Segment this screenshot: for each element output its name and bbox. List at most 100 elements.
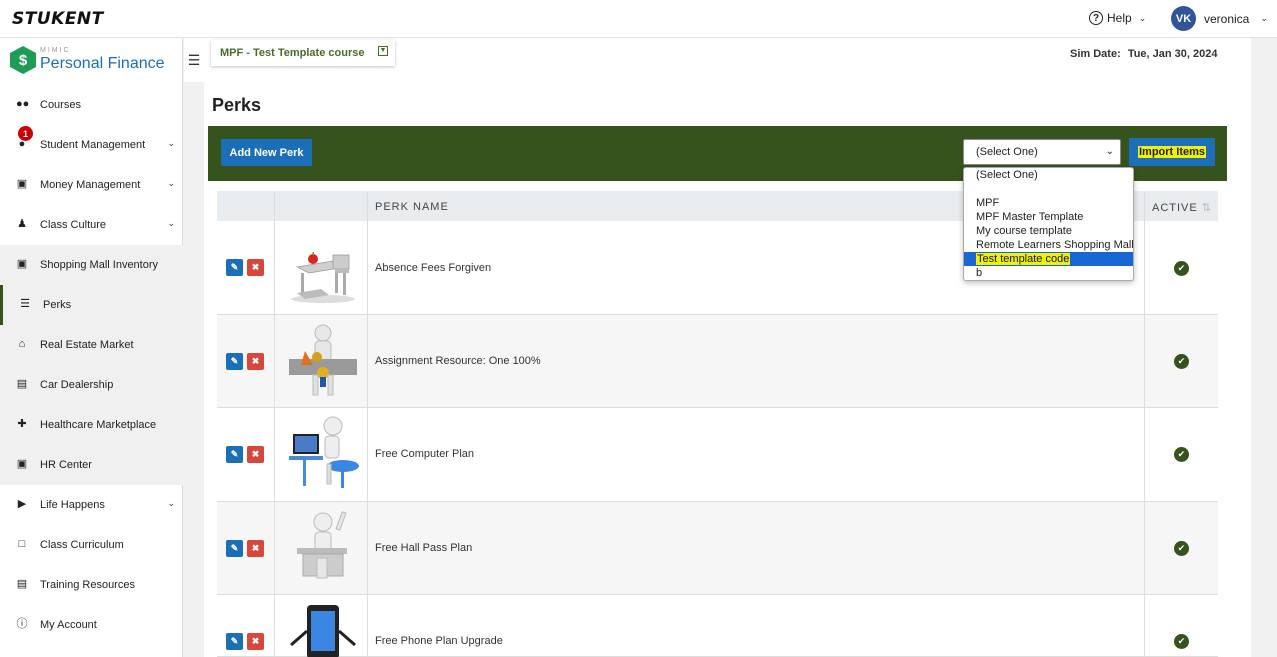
active-check-icon: ✔ (1174, 541, 1189, 556)
sidebar-item-real-estate-market[interactable]: ⌂ Real Estate Market (0, 325, 183, 365)
import-items-button[interactable]: Import Items (1129, 138, 1215, 166)
close-icon: ✖ (251, 356, 260, 366)
sidebar-item-label: Student Management (40, 139, 146, 151)
culture-icon: ♟ (17, 218, 27, 230)
import-items-label: Import Items (1137, 146, 1206, 158)
home-icon: ⌂ (18, 338, 26, 350)
sidebar-item-car-dealership[interactable]: ▤ Car Dealership (0, 365, 183, 405)
perk-name: Free Computer Plan (375, 448, 475, 460)
info-icon: ⓘ (16, 618, 28, 630)
active-check-icon: ✔ (1174, 634, 1189, 649)
table-row: ✎ ✖ Free Computer Plan ✔ (217, 408, 1218, 502)
column-header-active-label: ACTIVE (1152, 202, 1198, 214)
database-icon: ☰ (20, 298, 30, 310)
chevron-down-icon: ⌄ (1260, 13, 1268, 23)
menu-toggle-button[interactable]: ☰ (184, 38, 204, 82)
users-icon: ●● (16, 98, 30, 110)
figure-desk-image (297, 511, 347, 579)
sidebar-item-shopping-mall-inventory[interactable]: ▣ Shopping Mall Inventory (0, 245, 183, 285)
chevron-down-icon: ⌄ (1105, 146, 1114, 157)
active-check-icon: ✔ (1174, 261, 1189, 276)
sidebar-item-healthcare-marketplace[interactable]: ✚ Healthcare Marketplace (0, 405, 183, 445)
chevron-down-icon: ⌄ (167, 498, 175, 508)
delete-button[interactable]: ✖ (247, 259, 264, 276)
sidebar-item-hr-center[interactable]: ▣ HR Center (0, 445, 183, 485)
user-name: veronica (1204, 11, 1250, 26)
sidebar-item-label: Class Culture (40, 219, 107, 231)
desk-apple-image (291, 252, 355, 303)
select-option-selected[interactable]: Test template code (964, 252, 1133, 266)
select-option-blank[interactable] (964, 182, 1133, 196)
edit-button[interactable]: ✎ (226, 633, 243, 650)
sim-date-label: Sim Date: (1070, 48, 1121, 60)
sim-date-value: Tue, Jan 30, 2024 (1127, 48, 1218, 60)
cart-icon: ▣ (16, 258, 28, 270)
select-option[interactable]: (Select One) (964, 168, 1133, 182)
close-icon: ✖ (251, 449, 260, 459)
chevron-down-icon: ⌄ (167, 138, 175, 148)
delete-button[interactable]: ✖ (247, 446, 264, 463)
sidebar-item-label: Car Dealership (40, 379, 114, 391)
table-row: ✎ ✖ Free Hall Pass Plan ✔ (217, 502, 1218, 595)
sidebar-item-label: Training Resources (40, 579, 135, 591)
sidebar-item-label: Life Happens (40, 499, 105, 511)
delete-button[interactable]: ✖ (247, 633, 264, 650)
sidebar-item-training-resources[interactable]: ▤ Training Resources (0, 565, 183, 605)
brand-logo[interactable]: $ MIMIC Personal Finance (10, 44, 180, 78)
close-icon: ✖ (251, 262, 260, 272)
sidebar-item-label: Shopping Mall Inventory (40, 259, 159, 271)
figure-awards-image (289, 324, 357, 396)
select-option[interactable]: MPF Master Template (964, 210, 1133, 224)
select-option[interactable]: MPF (964, 196, 1133, 210)
selected-option-label: Test template code (976, 253, 1071, 265)
edit-button[interactable]: ✎ (226, 353, 243, 370)
sidebar: $ MIMIC Personal Finance ●● Courses 1 ● … (0, 38, 183, 657)
help-label: Help (1107, 11, 1132, 25)
sidebar-item-life-happens[interactable]: ▶ Life Happens ⌄ (0, 485, 183, 525)
edit-button[interactable]: ✎ (226, 540, 243, 557)
sidebar-nav: ●● Courses 1 ● Student Management ⌄ ▣ Mo… (0, 85, 183, 645)
sidebar-item-courses[interactable]: ●● Courses (0, 85, 183, 125)
sidebar-item-label: Real Estate Market (40, 339, 134, 351)
sidebar-item-my-account[interactable]: ⓘ My Account (0, 605, 183, 645)
select-option[interactable]: Remote Learners Shopping Mall (964, 238, 1133, 252)
user-menu[interactable]: VK veronica ⌄ (1171, 6, 1268, 31)
chevron-down-icon: ⌄ (1138, 12, 1147, 23)
perk-name: Free Phone Plan Upgrade (375, 635, 503, 647)
course-selector[interactable]: MPF - Test Template course ▼ (211, 40, 395, 66)
phone-character-image (290, 605, 356, 657)
chevron-down-icon: ⌄ (167, 178, 175, 188)
perk-name: Free Hall Pass Plan (375, 542, 473, 554)
stukent-logo[interactable]: STUKENT (12, 9, 104, 29)
edit-button[interactable]: ✎ (226, 259, 243, 276)
edit-button[interactable]: ✎ (226, 446, 243, 463)
chevron-down-icon: ⌄ (167, 218, 175, 228)
sidebar-item-student-management[interactable]: 1 ● Student Management ⌄ (0, 125, 183, 165)
delete-button[interactable]: ✖ (247, 540, 264, 557)
template-select[interactable]: (Select One) ⌄ (963, 139, 1121, 165)
brand-name: Personal Finance (40, 55, 165, 72)
add-new-perk-button[interactable]: Add New Perk (221, 139, 312, 166)
pencil-icon: ✎ (230, 449, 239, 459)
select-option[interactable]: b (964, 266, 1133, 280)
sidebar-item-label: Money Management (40, 179, 141, 191)
sidebar-item-label: Courses (40, 99, 81, 111)
help-icon: ? (1089, 11, 1103, 25)
sidebar-item-money-management[interactable]: ▣ Money Management ⌄ (0, 165, 183, 205)
table-row: ✎ ✖ Assignment Resource: One 100% ✔ (217, 315, 1218, 408)
perk-name: Assignment Resource: One 100% (375, 355, 541, 367)
sidebar-item-class-curriculum[interactable]: □ Class Curriculum (0, 525, 183, 565)
select-option[interactable]: My course template (964, 224, 1133, 238)
sidebar-item-label: Healthcare Marketplace (40, 419, 157, 431)
help-menu[interactable]: ? Help ⌄ (1089, 11, 1146, 25)
caret-down-icon: ▼ (378, 46, 388, 56)
column-header-perk-name[interactable]: PERK NAME (375, 201, 449, 213)
play-icon: ▶ (17, 498, 27, 510)
medkit-icon: ✚ (17, 418, 27, 430)
hamburger-icon: ☰ (187, 51, 201, 68)
sidebar-item-perks[interactable]: ☰ Perks (0, 285, 183, 325)
sidebar-item-class-culture[interactable]: ♟ Class Culture ⌄ (0, 205, 183, 245)
column-header-active[interactable]: ACTIVE ⇅ (1152, 201, 1211, 214)
delete-button[interactable]: ✖ (247, 353, 264, 370)
money-icon: ▣ (16, 178, 28, 190)
